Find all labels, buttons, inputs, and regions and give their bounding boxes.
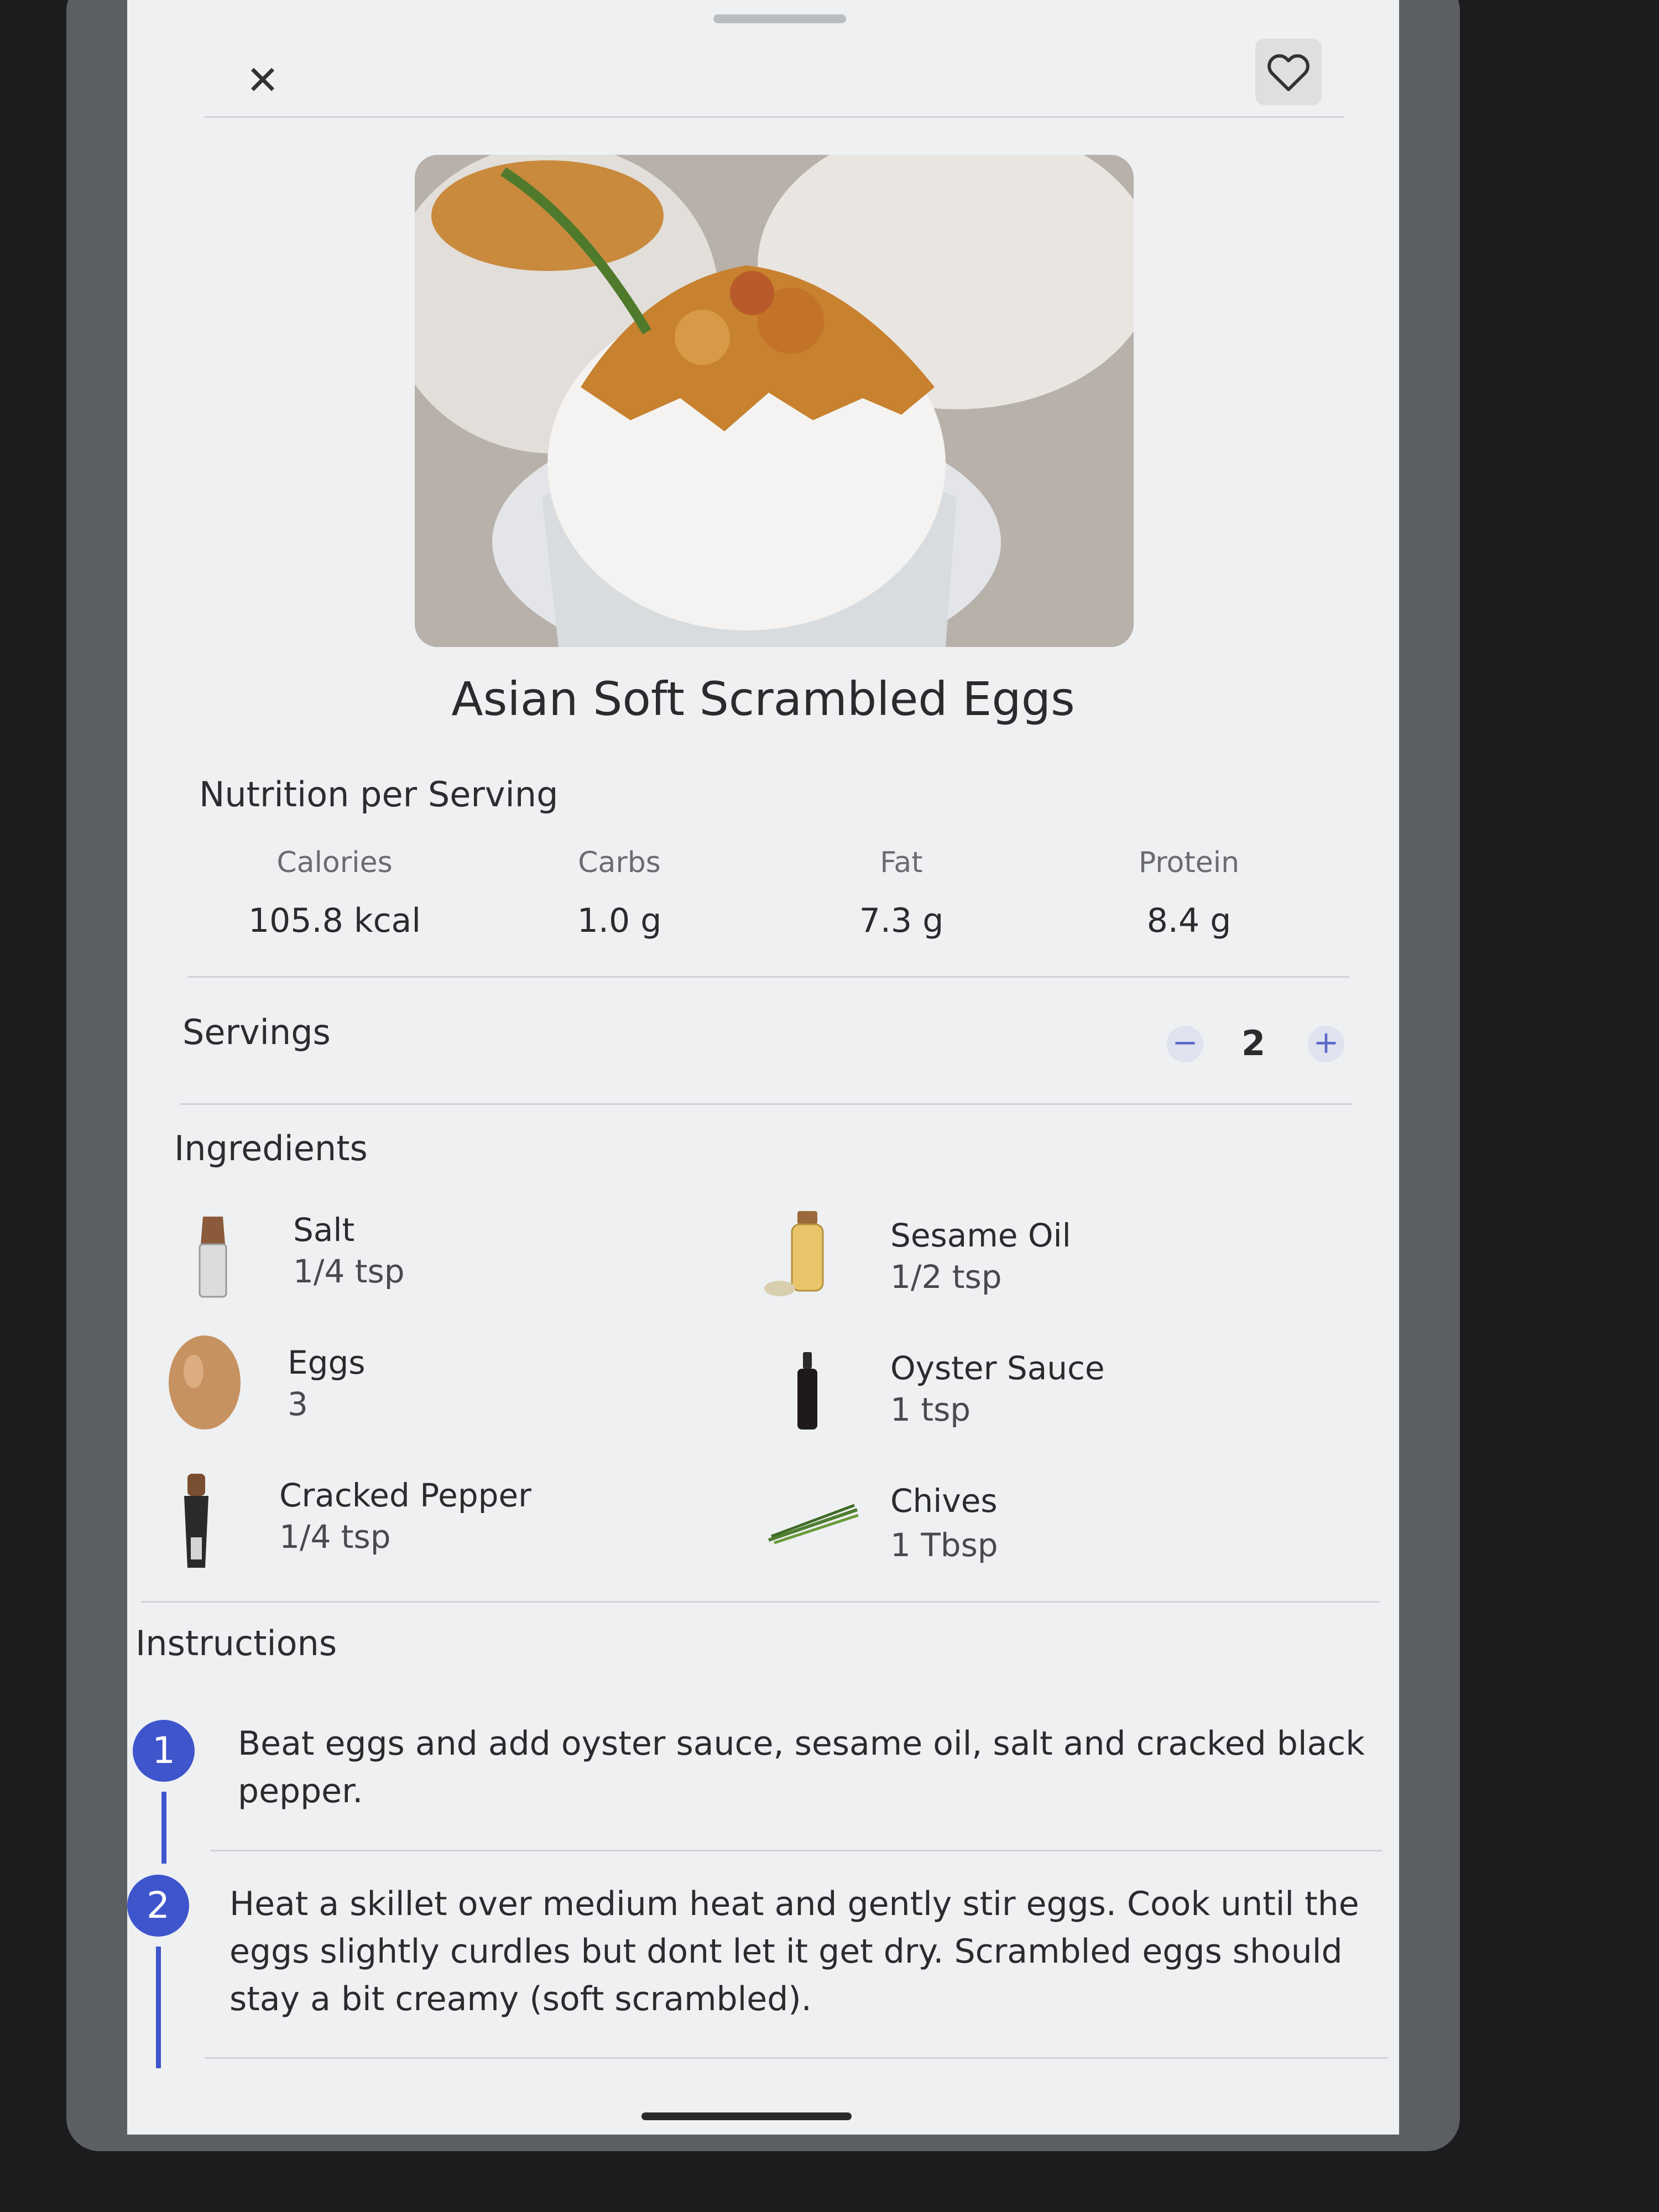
- step-divider: [210, 1850, 1383, 1851]
- nutrition-label: Protein: [1138, 846, 1240, 879]
- recipe-sheet: ✕ Asian Soft Scrambled Eggs Nutrition pe…: [127, 0, 1399, 2135]
- step-number: 2: [127, 1875, 189, 1937]
- egg-icon: [169, 1335, 241, 1430]
- home-indicator[interactable]: [641, 2112, 852, 2120]
- nutrition-label: Calories: [276, 846, 393, 879]
- ingredient-quantity: 1/4 tsp: [279, 1518, 391, 1556]
- divider: [180, 1103, 1352, 1105]
- ingredient-name: Eggs: [288, 1344, 366, 1381]
- chives-icon: [768, 1504, 859, 1545]
- ingredient-name: Cracked Pepper: [279, 1477, 531, 1514]
- nutrition-label: Carbs: [578, 846, 661, 879]
- servings-value: 2: [1241, 1023, 1266, 1063]
- nutrition-protein: Protein 8.4 g: [1073, 846, 1305, 940]
- nutrition-value: 7.3 g: [859, 901, 944, 940]
- recipe-photo: [415, 155, 1134, 647]
- step-connector: [161, 1792, 166, 1864]
- instructions-heading: Instructions: [135, 1623, 337, 1663]
- nutrition-fat: Fat 7.3 g: [785, 846, 1018, 940]
- sheet-drag-handle[interactable]: [713, 14, 846, 23]
- recipe-title: Asian Soft Scrambled Eggs: [451, 672, 1075, 726]
- servings-label: Servings: [182, 1012, 331, 1052]
- ingredient-quantity: 1/4 tsp: [293, 1253, 405, 1290]
- nutrition-carbs: Carbs 1.0 g: [503, 846, 735, 940]
- step-line: pepper.: [238, 1772, 363, 1811]
- step-text: Beat eggs and add oyster sauce, sesame o…: [238, 1720, 1377, 1815]
- sauce-bottle-icon: [797, 1352, 817, 1430]
- divider: [188, 976, 1349, 978]
- step-line: stay a bit creamy (soft scrambled).: [229, 1980, 812, 2018]
- heart-outline-icon[interactable]: [1255, 39, 1322, 105]
- ingredient-name: Oyster Sauce: [890, 1349, 1105, 1387]
- step-line: Beat eggs and add oyster sauce, sesame o…: [238, 1724, 1365, 1763]
- step-line: eggs slightly curdles but dont let it ge…: [229, 1932, 1343, 1971]
- salt-shaker-icon: [199, 1217, 227, 1298]
- nutrition-value: 8.4 g: [1146, 901, 1232, 940]
- step-connector: [156, 1947, 161, 2068]
- nutrition-value: 105.8 kcal: [248, 901, 421, 940]
- ingredient-quantity: 1/2 tsp: [890, 1258, 1002, 1296]
- nutrition-heading: Nutrition per Serving: [199, 774, 559, 815]
- oil-bottle-icon: [764, 1211, 824, 1296]
- step-divider: [205, 2057, 1388, 2059]
- divider: [141, 1601, 1380, 1603]
- nutrition-calories: Calories 105.8 kcal: [218, 846, 451, 940]
- ingredient-quantity: 1 tsp: [890, 1391, 971, 1428]
- servings-increment-button[interactable]: +: [1308, 1026, 1344, 1062]
- step-line: Heat a skillet over medium heat and gent…: [229, 1885, 1359, 1923]
- step-number: 1: [133, 1720, 195, 1782]
- close-icon[interactable]: ✕: [238, 55, 288, 105]
- ingredient-quantity: 3: [288, 1385, 308, 1423]
- ingredient-name: Salt: [293, 1211, 355, 1249]
- header-divider: [205, 116, 1344, 118]
- ingredient-quantity: 1 Tbsp: [890, 1526, 998, 1564]
- step-text: Heat a skillet over medium heat and gent…: [229, 1880, 1380, 2023]
- nutrition-label: Fat: [880, 846, 923, 879]
- pepper-mill-icon: [184, 1474, 208, 1568]
- nutrition-value: 1.0 g: [577, 901, 662, 940]
- ingredients-heading: Ingredients: [174, 1128, 368, 1168]
- ingredient-name: Chives: [890, 1482, 998, 1520]
- servings-decrement-button[interactable]: −: [1167, 1026, 1203, 1062]
- ingredient-name: Sesame Oil: [890, 1217, 1071, 1254]
